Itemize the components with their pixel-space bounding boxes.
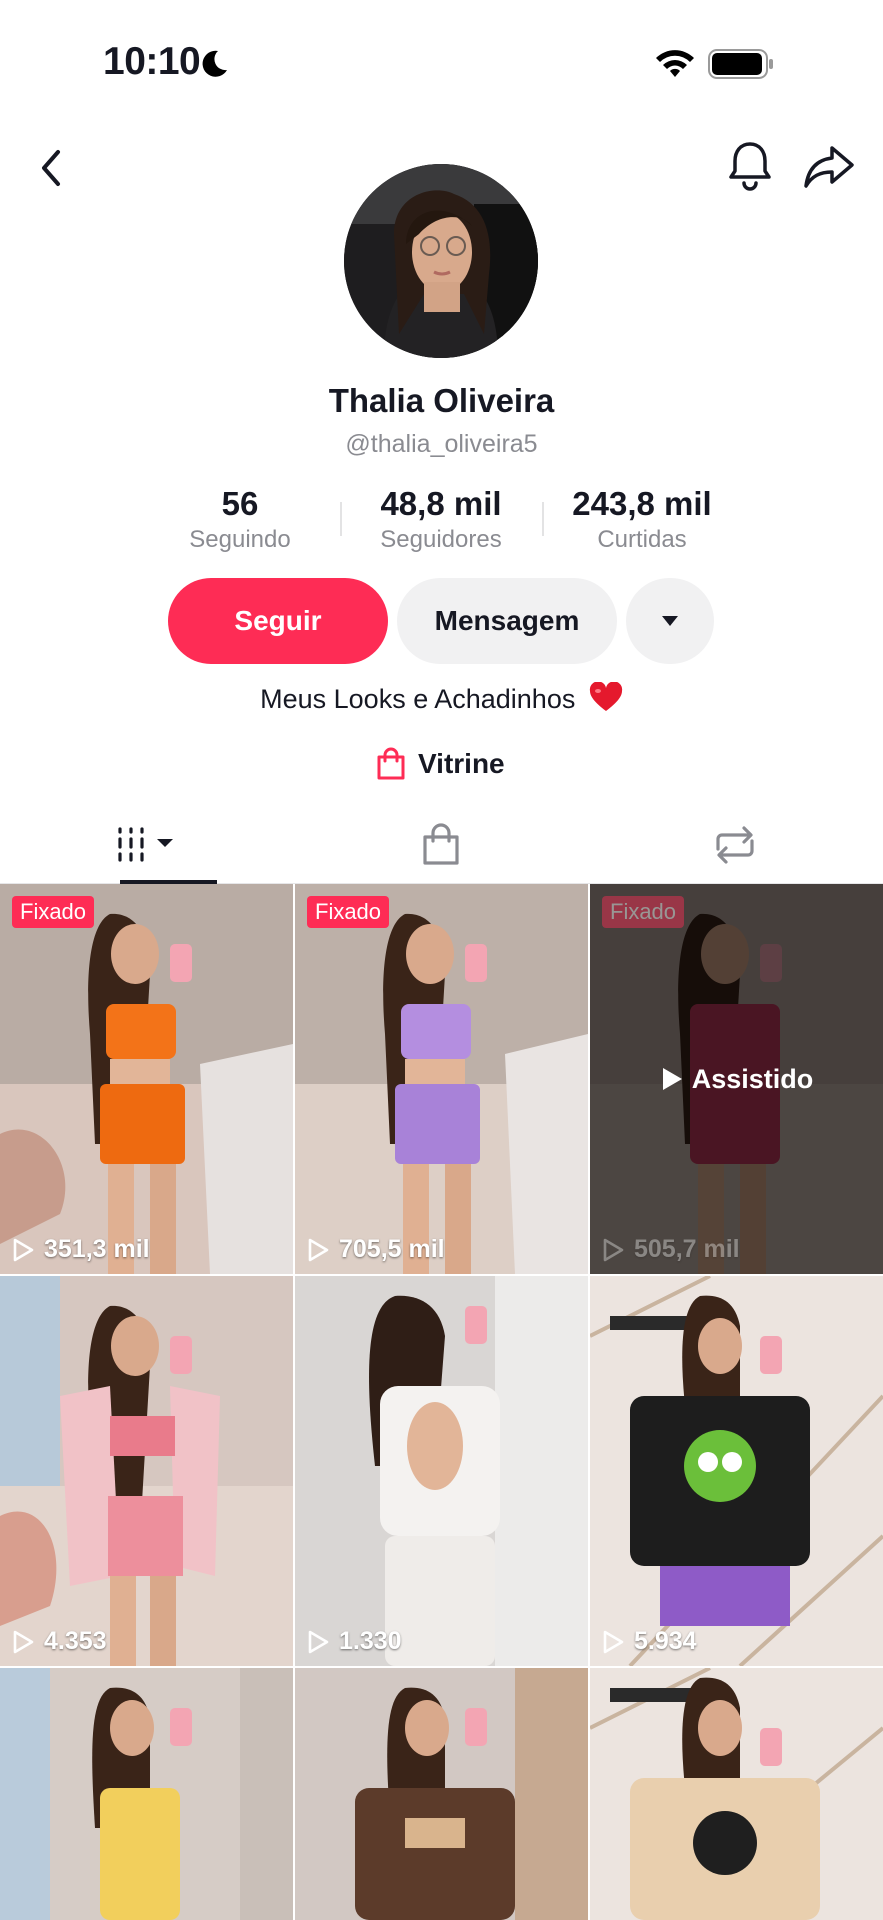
bio-text: Meus Looks e Achadinhos [260, 684, 576, 714]
view-count-text: 4.353 [44, 1627, 107, 1655]
view-count-text: 5.934 [634, 1627, 697, 1655]
play-icon [13, 1238, 34, 1261]
avatar[interactable] [344, 164, 538, 358]
play-icon [13, 1630, 34, 1653]
watched-text: Assistido [691, 1063, 814, 1094]
thumbnail-image [0, 884, 293, 1274]
tab-videos[interactable] [0, 806, 294, 884]
video-thumbnail[interactable] [295, 1668, 588, 1920]
thumbnail-image [590, 1276, 883, 1666]
stat-value: 48,8 mil [380, 485, 502, 522]
thumbnail-image [295, 1668, 588, 1920]
profile-bio: Meus Looks e Achadinhos [0, 682, 883, 715]
view-count: 5.934 [602, 1627, 697, 1656]
moon-icon [202, 50, 227, 77]
shopping-bag-icon [377, 747, 405, 780]
more-options-button[interactable] [626, 578, 714, 664]
video-grid: Fixado 351,3 mil Fixado 705,5 mil Fixado… [0, 884, 883, 1920]
video-thumbnail[interactable] [0, 1668, 293, 1920]
stat-likes[interactable]: 243,8 mil Curtidas [542, 484, 742, 556]
view-count-text: 351,3 mil [44, 1235, 150, 1263]
back-icon[interactable] [32, 140, 72, 196]
pinned-badge: Fixado [307, 896, 390, 928]
thumbnail-image [590, 1668, 883, 1920]
video-thumbnail[interactable]: Fixado 705,5 mil [295, 884, 588, 1274]
stat-label: Curtidas [597, 526, 687, 553]
video-thumbnail[interactable]: Fixado 351,3 mil [0, 884, 293, 1274]
avatar-photo [344, 164, 538, 358]
profile-name: Thalia Oliveira [328, 382, 555, 419]
battery-icon [708, 49, 773, 79]
profile-stats: 56 Seguindo 48,8 mil Seguidores 243,8 mi… [0, 484, 883, 554]
view-count: 705,5 mil [307, 1235, 445, 1264]
status-time: 10:10 [103, 40, 201, 83]
stat-followers[interactable]: 48,8 mil Seguidores [341, 484, 541, 556]
watched-label: Assistido [590, 884, 883, 1274]
thumbnail-image [0, 1276, 293, 1666]
wifi-icon [656, 50, 694, 77]
tab-reposts[interactable] [588, 806, 882, 884]
view-count-text: 1.330 [339, 1627, 402, 1655]
repost-icon [716, 826, 754, 864]
showcase-label: Vitrine [418, 748, 505, 779]
view-count-text: 505,7 mil [634, 1235, 740, 1263]
follow-button[interactable]: Seguir [168, 578, 388, 664]
message-button[interactable]: Mensagem [397, 578, 617, 664]
pinned-badge: Fixado [12, 896, 95, 928]
shopping-bag-icon [423, 823, 459, 865]
video-thumbnail[interactable]: 5.934 [590, 1276, 883, 1666]
play-icon [308, 1630, 329, 1653]
stat-label: Seguindo [189, 526, 291, 553]
video-thumbnail[interactable] [590, 1668, 883, 1920]
view-count: 4.353 [12, 1627, 107, 1656]
video-thumbnail[interactable]: 1.330 [295, 1276, 588, 1666]
thumbnail-image [0, 1668, 293, 1920]
play-icon [308, 1238, 329, 1261]
video-thumbnail[interactable]: Fixado Assistido 505,7 mil [590, 884, 883, 1274]
stat-following[interactable]: 56 Seguindo [140, 484, 340, 556]
heart-emoji [589, 682, 622, 711]
thumbnail-image [295, 884, 588, 1274]
grid-icon [118, 827, 173, 862]
profile-handle: @thalia_oliveira5 [345, 430, 538, 458]
view-count: 1.330 [307, 1627, 402, 1656]
showcase-link[interactable]: Vitrine [376, 742, 505, 786]
profile-tabs [0, 806, 883, 884]
stat-label: Seguidores [380, 526, 502, 553]
view-count: 351,3 mil [12, 1235, 150, 1264]
stat-value: 56 [221, 485, 259, 522]
bell-icon[interactable] [726, 138, 774, 194]
view-count-text: 705,5 mil [339, 1235, 445, 1263]
stat-value: 243,8 mil [572, 485, 712, 522]
thumbnail-image [295, 1276, 588, 1666]
share-icon[interactable] [802, 140, 856, 194]
play-icon [662, 1068, 682, 1090]
caret-down-icon [662, 616, 678, 626]
status-bar: 10:10 [0, 0, 883, 120]
video-thumbnail[interactable]: 4.353 [0, 1276, 293, 1666]
view-count: 505,7 mil [602, 1235, 740, 1264]
play-icon [603, 1238, 624, 1261]
tab-shop[interactable] [294, 806, 588, 884]
play-icon [603, 1630, 624, 1653]
